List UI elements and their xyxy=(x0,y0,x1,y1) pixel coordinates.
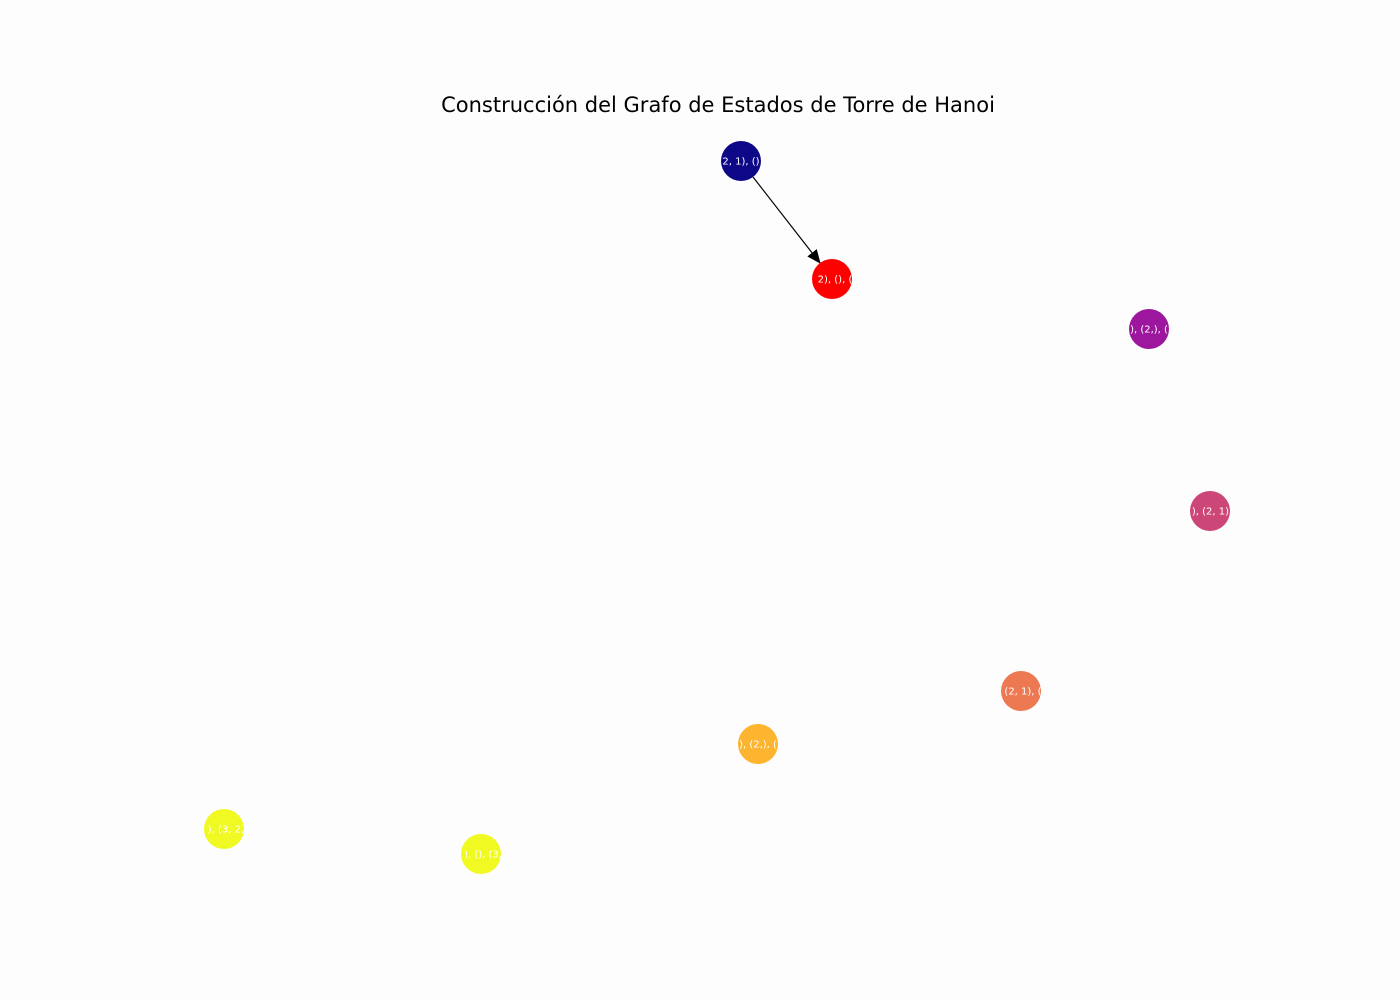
state-node: 2), (), ( xyxy=(812,259,852,299)
graph-title: Construcción del Grafo de Estados de Tor… xyxy=(441,93,995,117)
node-label: 2), (), ( xyxy=(818,275,853,286)
node-label: 2, 1), () xyxy=(722,157,759,168)
node-label: ), (2, 1), xyxy=(1192,507,1232,518)
node-label: ), (), (3, xyxy=(464,850,502,861)
state-node: (2, 1), ( xyxy=(1001,671,1041,711)
node-label: ), (3, 2, xyxy=(208,825,244,836)
state-node: ), (), (3, xyxy=(461,834,502,874)
edge-n1-n2 xyxy=(752,176,821,264)
state-node: ), (3, 2, xyxy=(204,809,244,849)
node-label: ), (2,), ( xyxy=(1130,325,1168,336)
node-label: ), (2,), ( xyxy=(739,740,777,751)
state-node: ), (2,), ( xyxy=(738,724,778,764)
state-node: ), (2, 1), xyxy=(1190,491,1232,531)
state-graph-canvas: Construcción del Grafo de Estados de Tor… xyxy=(204,93,1232,874)
state-node: 2, 1), () xyxy=(721,141,761,181)
node-label: (2, 1), ( xyxy=(1004,687,1041,698)
state-node: ), (2,), ( xyxy=(1129,309,1169,349)
